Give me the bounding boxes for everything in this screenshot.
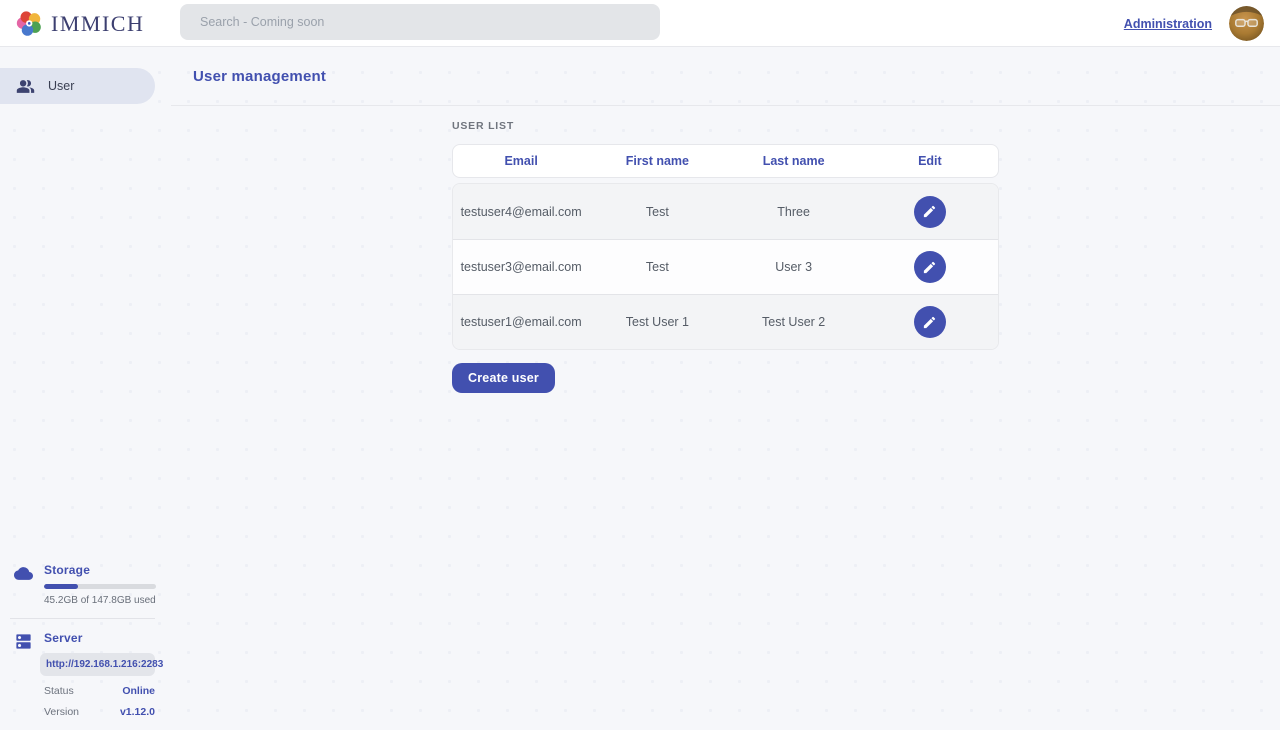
server-status-row: Status Online (44, 685, 155, 697)
pencil-icon (922, 204, 937, 219)
cell-email: testuser4@email.com (453, 205, 589, 219)
pencil-icon (922, 260, 937, 275)
server-section: Server http://192.168.1.216:2283 Status … (0, 631, 155, 718)
avatar-glasses-icon (1229, 6, 1264, 41)
cell-email: testuser1@email.com (453, 315, 589, 329)
status-label: Status (44, 685, 74, 697)
page-title: User management (193, 68, 326, 85)
column-header-edit: Edit (862, 154, 998, 168)
table-row: testuser3@email.com Test User 3 (453, 239, 998, 294)
users-icon (16, 77, 35, 96)
status-value: Online (122, 685, 155, 697)
edit-user-button[interactable] (914, 196, 946, 228)
cell-last-name: Three (726, 205, 862, 219)
administration-link[interactable]: Administration (1124, 17, 1212, 31)
pencil-icon (922, 315, 937, 330)
header-right: Administration (1124, 0, 1264, 47)
version-label: Version (44, 706, 79, 718)
storage-usage-text: 45.2GB of 147.8GB used (44, 595, 156, 606)
edit-user-button[interactable] (914, 251, 946, 283)
table-row: testuser1@email.com Test User 1 Test Use… (453, 294, 998, 349)
app-name: IMMICH (51, 11, 144, 37)
cell-email: testuser3@email.com (453, 260, 589, 274)
table-row: testuser4@email.com Test Three (453, 184, 998, 239)
cell-first-name: Test (589, 260, 725, 274)
sidebar: User Storage 45.2GB of 147.8GB used (0, 47, 171, 730)
server-url: http://192.168.1.216:2283 (40, 653, 155, 676)
server-title: Server (44, 631, 155, 645)
immich-logo-icon (15, 9, 44, 38)
create-user-button[interactable]: Create user (452, 363, 555, 393)
sidebar-item-label: User (48, 79, 74, 93)
cloud-icon (14, 564, 33, 583)
cell-last-name: Test User 2 (726, 315, 862, 329)
table-header: Email First name Last name Edit (452, 144, 999, 178)
storage-progress-bar (44, 584, 156, 589)
section-label: USER LIST (452, 120, 999, 132)
column-header-first-name: First name (589, 154, 725, 168)
column-header-last-name: Last name (726, 154, 862, 168)
app-logo[interactable]: IMMICH (15, 0, 144, 47)
titlebar: User management (171, 47, 1280, 106)
column-header-email: Email (453, 154, 589, 168)
version-value: v1.12.0 (120, 706, 155, 718)
search-input[interactable] (180, 4, 660, 40)
top-header: IMMICH Administration (0, 0, 1280, 47)
storage-title: Storage (44, 563, 156, 577)
dns-icon (14, 632, 33, 651)
sidebar-item-user[interactable]: User (0, 68, 155, 104)
storage-progress-fill (44, 584, 78, 589)
sidebar-bottom: Storage 45.2GB of 147.8GB used Server ht… (0, 563, 171, 718)
user-table: testuser4@email.com Test Three testuser3… (452, 183, 999, 350)
cell-first-name: Test User 1 (589, 315, 725, 329)
main-content: User management USER LIST Email First na… (171, 47, 1280, 730)
user-avatar[interactable] (1229, 6, 1264, 41)
storage-section: Storage 45.2GB of 147.8GB used (0, 563, 155, 606)
server-version-row: Version v1.12.0 (44, 706, 155, 718)
sidebar-divider (10, 618, 155, 619)
cell-last-name: User 3 (726, 260, 862, 274)
edit-user-button[interactable] (914, 306, 946, 338)
cell-first-name: Test (589, 205, 725, 219)
